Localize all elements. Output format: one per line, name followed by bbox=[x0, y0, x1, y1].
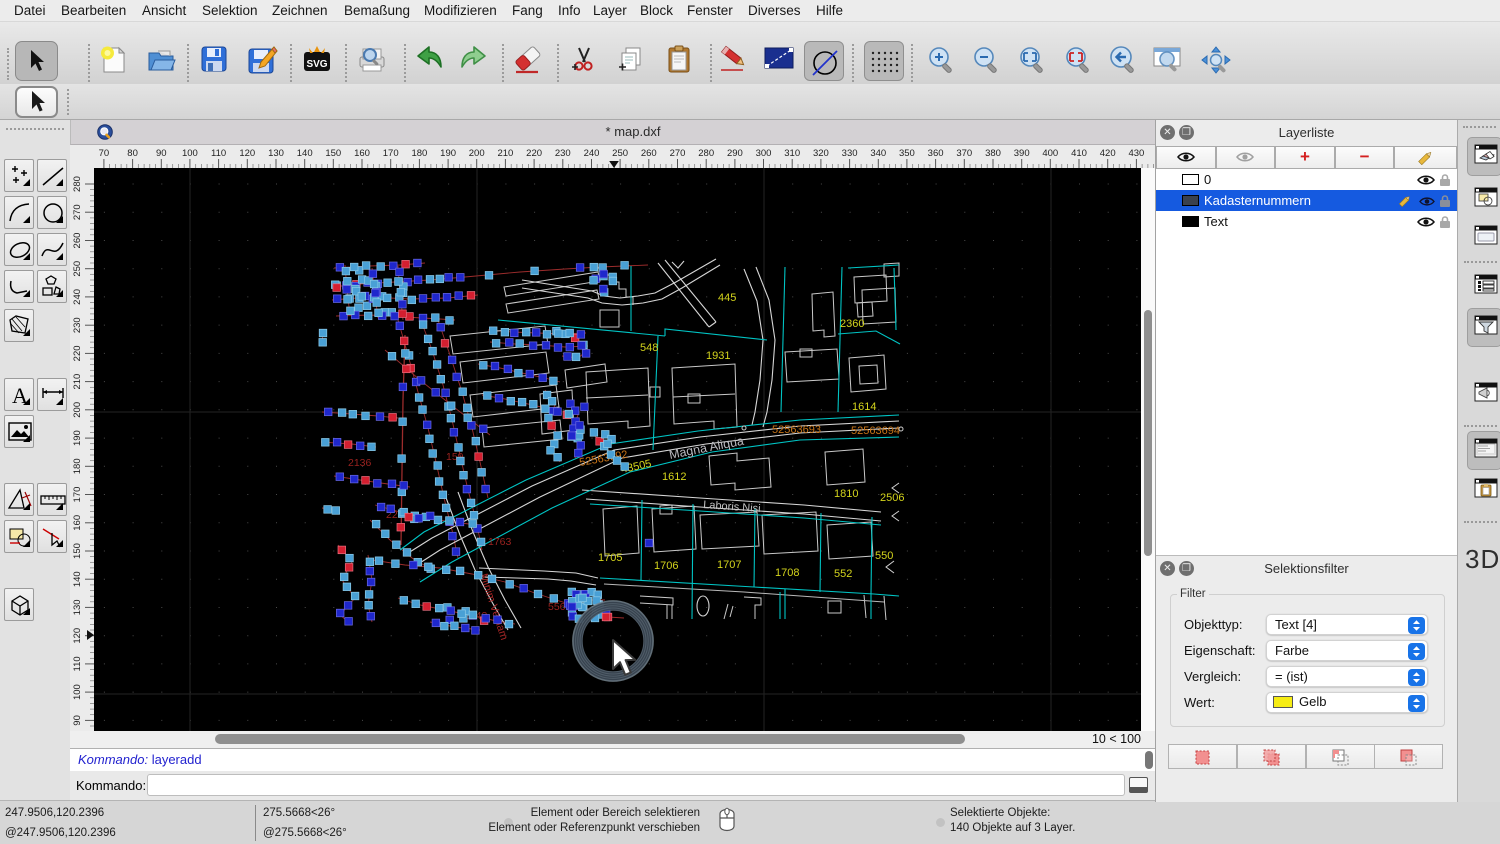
svg-text:70: 70 bbox=[99, 148, 110, 159]
svg-text:220: 220 bbox=[72, 345, 83, 361]
svg-text:550: 550 bbox=[875, 550, 893, 562]
svg-text:180: 180 bbox=[72, 458, 83, 474]
svg-text:1706: 1706 bbox=[654, 560, 678, 572]
svg-text:2506: 2506 bbox=[880, 492, 904, 504]
svg-text:120: 120 bbox=[72, 628, 83, 644]
svg-text:556: 556 bbox=[548, 601, 566, 613]
svg-text:210: 210 bbox=[72, 374, 83, 390]
svg-text:130: 130 bbox=[72, 599, 83, 615]
svg-text:250: 250 bbox=[612, 148, 628, 159]
svg-text:1763: 1763 bbox=[488, 536, 512, 548]
svg-text:100: 100 bbox=[72, 684, 83, 700]
svg-text:320: 320 bbox=[813, 148, 829, 159]
svg-text:1612: 1612 bbox=[662, 471, 686, 483]
svg-text:370: 370 bbox=[956, 148, 972, 159]
svg-text:280: 280 bbox=[72, 176, 83, 192]
svg-text:52563694: 52563694 bbox=[851, 425, 900, 437]
svg-text:380: 380 bbox=[985, 148, 1001, 159]
svg-text:120: 120 bbox=[239, 148, 255, 159]
svg-text:260: 260 bbox=[641, 148, 657, 159]
svg-text:350: 350 bbox=[899, 148, 915, 159]
svg-text:190: 190 bbox=[72, 430, 83, 446]
svg-text:548: 548 bbox=[640, 342, 658, 354]
svg-text:430: 430 bbox=[1128, 148, 1144, 159]
svg-text:240: 240 bbox=[584, 148, 600, 159]
svg-text:52563693: 52563693 bbox=[772, 424, 821, 436]
svg-text:110: 110 bbox=[72, 656, 83, 671]
svg-text:270: 270 bbox=[72, 204, 83, 220]
svg-text:340: 340 bbox=[870, 148, 886, 159]
svg-text:1705: 1705 bbox=[598, 552, 622, 564]
svg-text:200: 200 bbox=[72, 402, 83, 418]
svg-text:240: 240 bbox=[72, 289, 83, 305]
svg-text:300: 300 bbox=[756, 148, 772, 159]
svg-text:150: 150 bbox=[325, 148, 341, 159]
svg-text:360: 360 bbox=[928, 148, 944, 159]
svg-text:170: 170 bbox=[383, 148, 399, 159]
svg-text:2360: 2360 bbox=[840, 318, 864, 330]
svg-text:170: 170 bbox=[72, 487, 83, 503]
svg-text:400: 400 bbox=[1042, 148, 1058, 159]
svg-text:160: 160 bbox=[354, 148, 370, 159]
svg-text:1707: 1707 bbox=[717, 559, 741, 571]
svg-text:190: 190 bbox=[440, 148, 456, 159]
svg-text:130: 130 bbox=[268, 148, 284, 159]
svg-text:330: 330 bbox=[842, 148, 858, 159]
svg-text:390: 390 bbox=[1014, 148, 1030, 159]
svg-text:310: 310 bbox=[784, 148, 800, 159]
svg-text:90: 90 bbox=[72, 715, 83, 726]
svg-text:290: 290 bbox=[727, 148, 743, 159]
svg-text:160: 160 bbox=[72, 515, 83, 531]
svg-text:420: 420 bbox=[1100, 148, 1116, 159]
svg-text:280: 280 bbox=[698, 148, 714, 159]
svg-text:90: 90 bbox=[156, 148, 167, 159]
svg-text:180: 180 bbox=[411, 148, 427, 159]
svg-text:1810: 1810 bbox=[834, 488, 858, 500]
svg-text:140: 140 bbox=[297, 148, 313, 159]
svg-text:80: 80 bbox=[127, 148, 138, 159]
svg-text:260: 260 bbox=[72, 233, 83, 249]
svg-text:270: 270 bbox=[670, 148, 686, 159]
svg-text:210: 210 bbox=[497, 148, 513, 159]
svg-text:250: 250 bbox=[72, 261, 83, 277]
svg-text:1931: 1931 bbox=[706, 350, 730, 362]
svg-text:150: 150 bbox=[72, 543, 83, 559]
svg-text:410: 410 bbox=[1071, 148, 1087, 159]
svg-text:2136: 2136 bbox=[348, 457, 372, 469]
svg-text:100: 100 bbox=[182, 148, 198, 159]
svg-text:1614: 1614 bbox=[852, 401, 876, 413]
svg-text:200: 200 bbox=[469, 148, 485, 159]
svg-text:552: 552 bbox=[834, 568, 852, 580]
svg-text:220: 220 bbox=[526, 148, 542, 159]
svg-text:445: 445 bbox=[718, 292, 736, 304]
svg-text:140: 140 bbox=[72, 571, 83, 587]
svg-text:110: 110 bbox=[211, 148, 226, 159]
svg-text:SVG: SVG bbox=[306, 59, 327, 70]
svg-text:230: 230 bbox=[555, 148, 571, 159]
svg-text:230: 230 bbox=[72, 317, 83, 333]
svg-text:1708: 1708 bbox=[775, 567, 799, 579]
